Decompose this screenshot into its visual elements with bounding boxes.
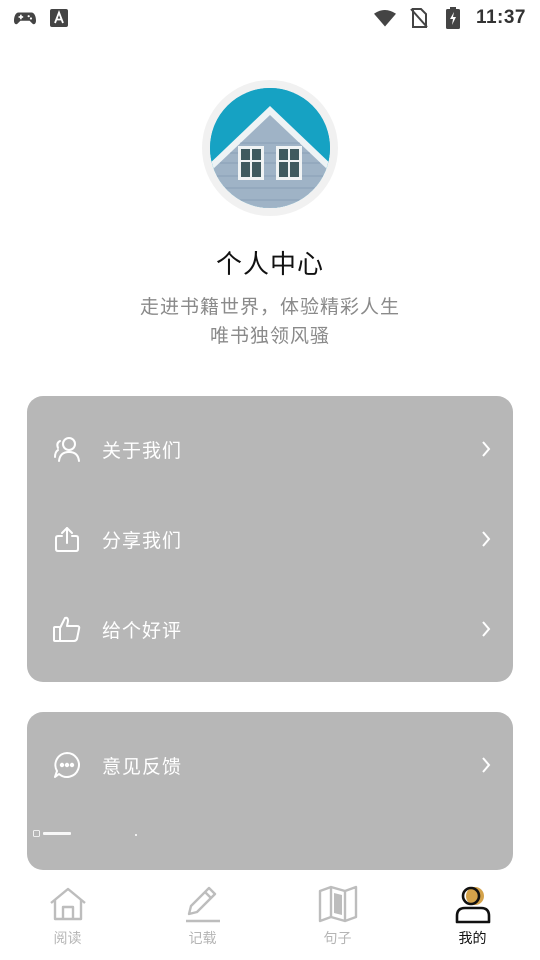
gamepad-icon [14, 8, 36, 28]
pen-icon [181, 884, 225, 924]
menu-item-share-us[interactable]: 分享我们 [27, 509, 513, 569]
status-left [14, 8, 70, 28]
status-bar: 11:37 [0, 0, 540, 36]
nav-tab-read[interactable]: 阅读 [0, 878, 135, 960]
no-sim-icon [408, 8, 430, 28]
tiny-dot [135, 834, 137, 836]
battery-charging-icon [442, 7, 464, 29]
menu-card-feedback: 意见反馈 [27, 712, 513, 870]
page-title: 个人中心 [215, 250, 324, 280]
menu-item-rate-us[interactable]: 给个好评 [27, 599, 513, 659]
chevron-right-icon [479, 439, 493, 459]
chevron-right-icon [479, 755, 493, 775]
nav-label: 记载 [188, 931, 217, 947]
clock: 11:37 [475, 7, 526, 28]
book-open-icon [316, 884, 360, 924]
thumbs-up-icon [51, 613, 83, 645]
tiny-watermark [33, 830, 71, 837]
nav-tab-sentences[interactable]: 句子 [270, 878, 405, 960]
avatar-ring [202, 80, 338, 216]
chat-bubble-icon [51, 749, 83, 781]
menu-item-about-us[interactable]: 关于我们 [27, 419, 513, 479]
menu-label: 分享我们 [102, 529, 183, 552]
users-icon [51, 433, 83, 465]
user-icon [451, 884, 495, 924]
avatar[interactable] [210, 88, 330, 208]
nav-label: 我的 [458, 931, 487, 947]
menu-label: 关于我们 [102, 439, 183, 462]
nav-label: 阅读 [53, 931, 82, 947]
share-icon [51, 523, 83, 555]
text-a-icon [48, 8, 70, 28]
menu-label: 意见反馈 [102, 755, 183, 778]
nav-tab-record[interactable]: 记载 [135, 878, 270, 960]
nav-label: 句子 [323, 931, 352, 947]
chevron-right-icon [479, 619, 493, 639]
chevron-right-icon [479, 529, 493, 549]
menu-label: 给个好评 [102, 619, 183, 642]
nav-tab-mine[interactable]: 我的 [405, 878, 540, 960]
menu-card-main: 关于我们 分享我们 给个好评 [27, 396, 513, 682]
menu-item-feedback[interactable]: 意见反馈 [27, 735, 513, 795]
bottom-nav: 阅读 记载 句子 我的 [0, 878, 540, 960]
subtitle-line-2: 唯书独领风骚 [209, 325, 330, 347]
status-right: 11:37 [373, 7, 526, 29]
wifi-icon [373, 8, 396, 28]
home-icon [46, 884, 90, 924]
subtitle-line-1: 走进书籍世界，体验精彩人生 [139, 296, 400, 318]
